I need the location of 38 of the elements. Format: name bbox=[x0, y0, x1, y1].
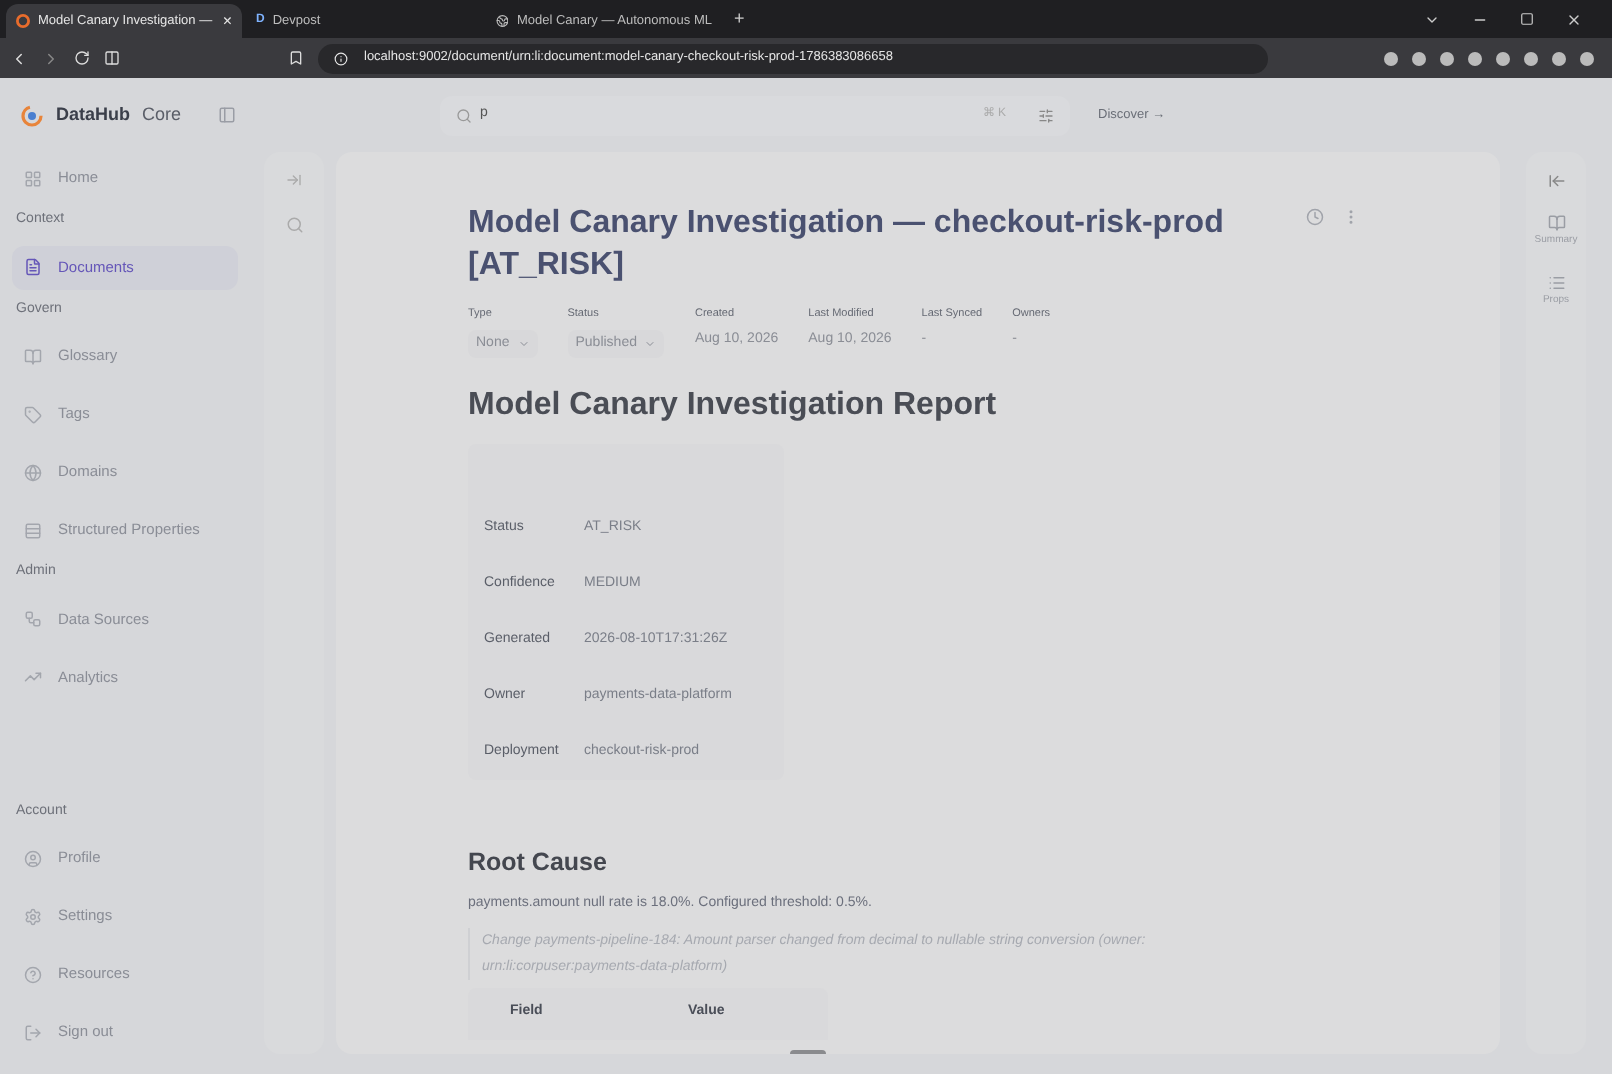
reload-icon[interactable] bbox=[74, 50, 90, 66]
list-icon bbox=[1547, 273, 1565, 291]
section-heading: Root Cause bbox=[468, 846, 609, 881]
document-title: Model Canary Investigation — checkout-risk-prod [AT_RISK] bbox=[468, 204, 1226, 286]
report-heading: Model Canary Investigation Report bbox=[468, 386, 999, 427]
book-icon bbox=[24, 347, 42, 365]
trend-icon bbox=[24, 668, 42, 686]
bookmark-icon[interactable] bbox=[288, 50, 304, 66]
settings-icon bbox=[24, 907, 42, 925]
chevron-icon bbox=[517, 338, 530, 351]
grid-icon bbox=[24, 521, 42, 539]
nodes-icon bbox=[24, 610, 42, 628]
user-icon bbox=[24, 849, 42, 867]
close-icon[interactable] bbox=[1566, 11, 1582, 27]
filter-icon[interactable] bbox=[1038, 107, 1054, 123]
tab-close-button[interactable]: × bbox=[222, 9, 232, 33]
logout-icon bbox=[24, 1023, 42, 1041]
info-icon bbox=[334, 51, 348, 65]
forward-icon[interactable] bbox=[42, 49, 60, 67]
globe-icon bbox=[496, 14, 509, 28]
logo-icon bbox=[20, 103, 44, 127]
help-icon bbox=[24, 965, 42, 983]
maximize-icon[interactable] bbox=[1520, 12, 1534, 26]
grid-icon bbox=[24, 169, 42, 187]
document-icon bbox=[24, 258, 42, 276]
logo-icon bbox=[16, 14, 30, 28]
edition-label: Core bbox=[142, 101, 182, 128]
brand-name: DataHub bbox=[56, 101, 131, 128]
tag-icon bbox=[24, 405, 42, 423]
search-icon bbox=[456, 107, 472, 123]
collapse-icon[interactable] bbox=[1547, 172, 1565, 190]
new-tab-button[interactable]: + bbox=[734, 5, 745, 33]
chevron-icon bbox=[644, 338, 657, 351]
globe-icon bbox=[24, 463, 42, 481]
sidebar-icon[interactable] bbox=[104, 50, 120, 66]
panel-toggle-icon[interactable] bbox=[217, 106, 236, 124]
book-icon bbox=[1547, 214, 1565, 232]
back-icon[interactable] bbox=[10, 49, 28, 67]
